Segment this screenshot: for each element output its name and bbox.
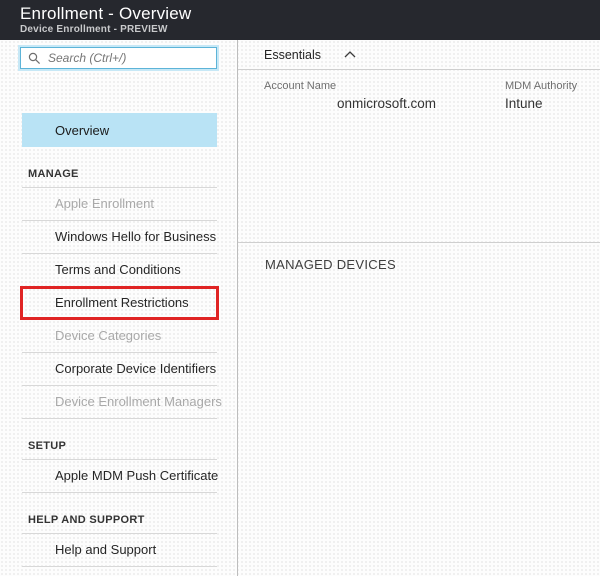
search-placeholder: Search (Ctrl+/) [48, 51, 127, 65]
managed-devices-title: MANAGED DEVICES [265, 257, 396, 272]
essentials-field-value: Intune [505, 96, 543, 111]
sidebar-item-terms-and-conditions[interactable]: Terms and Conditions [22, 254, 217, 287]
essentials-field-account-name: Account Name onmicrosoft.com [264, 79, 505, 242]
essentials-field-mdm-authority: MDM Authority Intune [505, 79, 577, 242]
page-title: Enrollment - Overview [20, 4, 192, 23]
sidebar-item-enrollment-restrictions[interactable]: Enrollment Restrictions [20, 286, 219, 320]
sidebar-section-label-setup: SETUP [22, 441, 217, 460]
sidebar-item-corporate-device-identifiers[interactable]: Corporate Device Identifiers [22, 353, 217, 386]
search-input[interactable]: Search (Ctrl+/) [20, 47, 217, 69]
sidebar-item-help-and-support[interactable]: Help and Support [22, 534, 217, 567]
blade-header: Enrollment - Overview Device Enrollment … [0, 0, 600, 40]
sidebar-item-overview[interactable]: Overview [22, 113, 217, 147]
essentials-body: Account Name onmicrosoft.com MDM Authority… [238, 70, 600, 243]
essentials-header[interactable]: Essentials [238, 40, 600, 70]
sidebar: Search (Ctrl+/) Overview MANAGE Apple Enr… [0, 40, 238, 576]
essentials-field-value: onmicrosoft.com [337, 96, 437, 111]
sidebar-section-label-help-and-support: HELP AND SUPPORT [22, 515, 217, 534]
essentials-field-label: MDM Authority [505, 80, 578, 92]
essentials-title: Essentials [264, 47, 321, 62]
content-pane: Essentials Account Name onmicrosoft.com MD… [238, 40, 600, 576]
sidebar-sections: MANAGE Apple Enrollment Windows Hello for … [20, 169, 222, 567]
sidebar-item-windows-hello-for-business[interactable]: Windows Hello for Business [22, 221, 217, 254]
sidebar-item-device-categories[interactable]: Device Categories [22, 320, 217, 353]
sidebar-item-device-enrollment-managers[interactable]: Device Enrollment Managers [22, 386, 222, 419]
blade-body: Search (Ctrl+/) Overview MANAGE Apple Enr… [0, 40, 600, 576]
sidebar-section-label-manage: MANAGE [22, 169, 217, 188]
essentials-field-label: Account Name [264, 80, 337, 92]
enrollment-overview-blade: Enrollment - Overview Device Enrollment … [0, 0, 600, 576]
sidebar-nav: Overview MANAGE Apple Enrollment Windows H… [20, 113, 222, 567]
sidebar-item-apple-enrollment[interactable]: Apple Enrollment [22, 188, 217, 221]
page-subtitle: Device Enrollment - PREVIEW [20, 24, 168, 35]
sidebar-item-apple-mdm-push-certificate[interactable]: Apple MDM Push Certificate [22, 460, 218, 493]
chevron-up-icon[interactable] [344, 51, 356, 58]
search-icon [28, 52, 41, 65]
